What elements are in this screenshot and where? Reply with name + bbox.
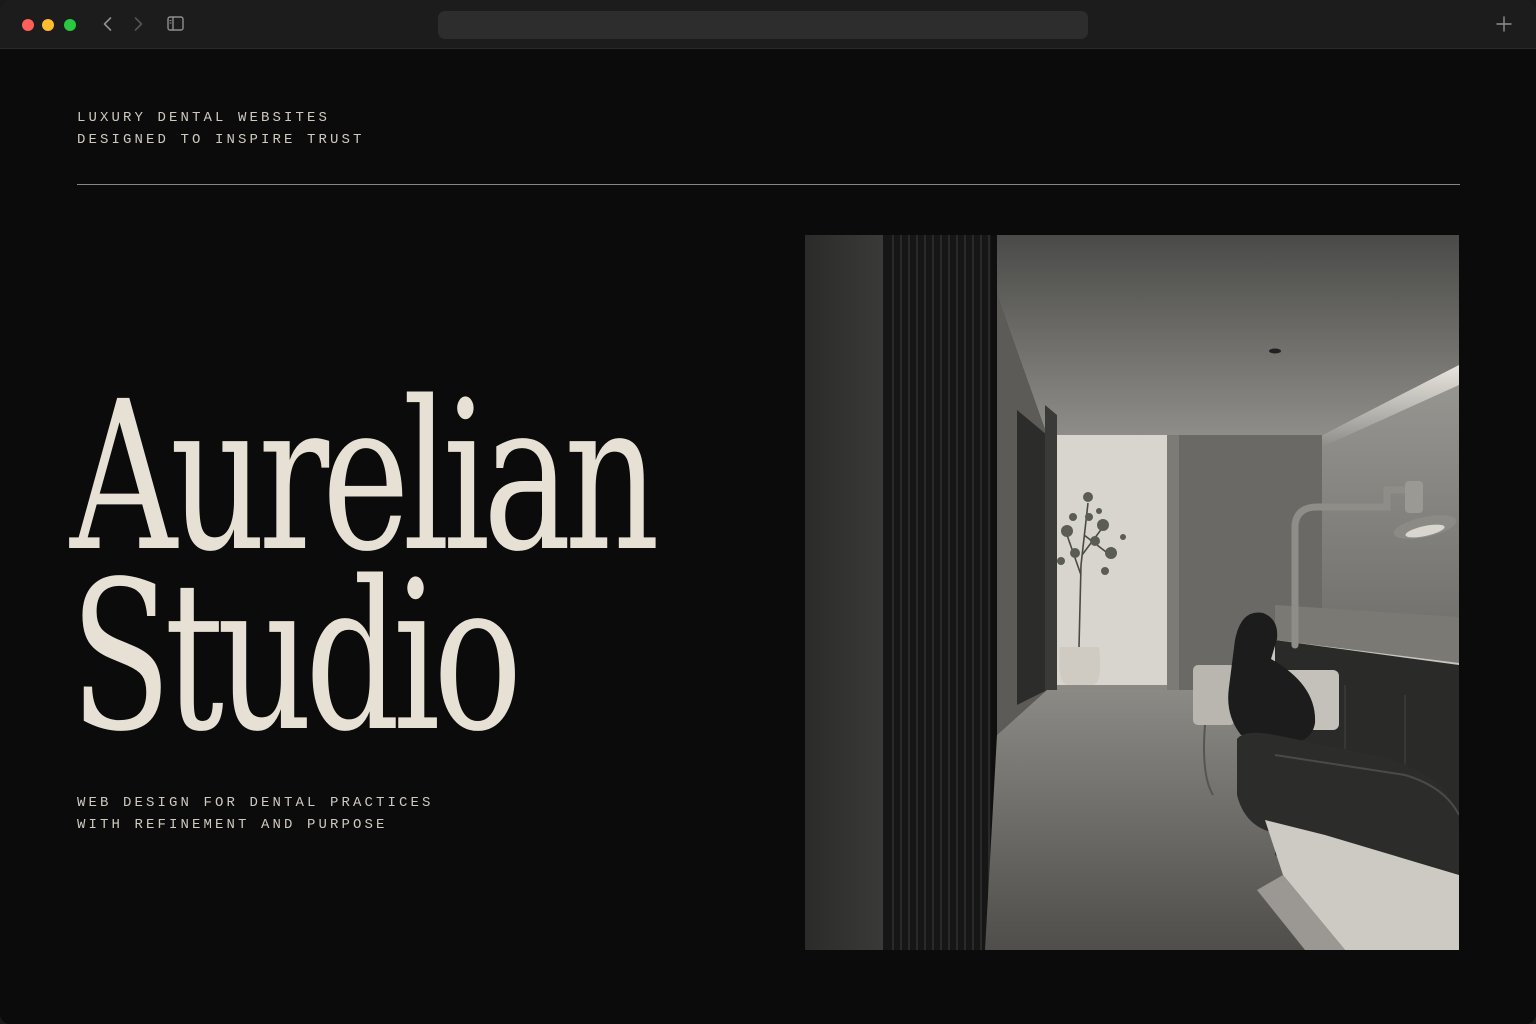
hero-tagline: LUXURY DENTAL WEBSITES DESIGNED TO INSPI… (77, 107, 365, 151)
page-content: LUXURY DENTAL WEBSITES DESIGNED TO INSPI… (0, 49, 1536, 1024)
dental-room-illustration (805, 235, 1459, 950)
sidebar-toggle-button[interactable] (166, 15, 186, 33)
browser-window: LUXURY DENTAL WEBSITES DESIGNED TO INSPI… (0, 0, 1536, 1024)
tagline-line-2: DESIGNED TO INSPIRE TRUST (77, 132, 365, 148)
subline-line-1: WEB DESIGN FOR DENTAL PRACTICES (77, 795, 434, 811)
tagline-line-1: LUXURY DENTAL WEBSITES (77, 110, 331, 126)
address-bar[interactable] (438, 11, 1088, 39)
dental-room-photo (805, 235, 1459, 950)
new-tab-button[interactable] (1494, 14, 1514, 34)
browser-toolbar (0, 0, 1536, 49)
chevron-left-icon (103, 17, 112, 31)
subline-line-2: WITH REFINEMENT AND PURPOSE (77, 817, 388, 833)
chevron-right-icon (134, 17, 143, 31)
plus-icon (1496, 16, 1512, 32)
hero-subline: WEB DESIGN FOR DENTAL PRACTICES WITH REF… (77, 792, 434, 836)
forward-button[interactable] (128, 14, 148, 34)
maximize-window-button[interactable] (64, 19, 76, 31)
divider-rule (77, 184, 1460, 185)
back-button[interactable] (98, 14, 118, 34)
minimize-window-button[interactable] (42, 19, 54, 31)
sidebar-icon (167, 16, 184, 31)
close-window-button[interactable] (22, 19, 34, 31)
hero-title: Aurelian Studio (70, 374, 660, 760)
